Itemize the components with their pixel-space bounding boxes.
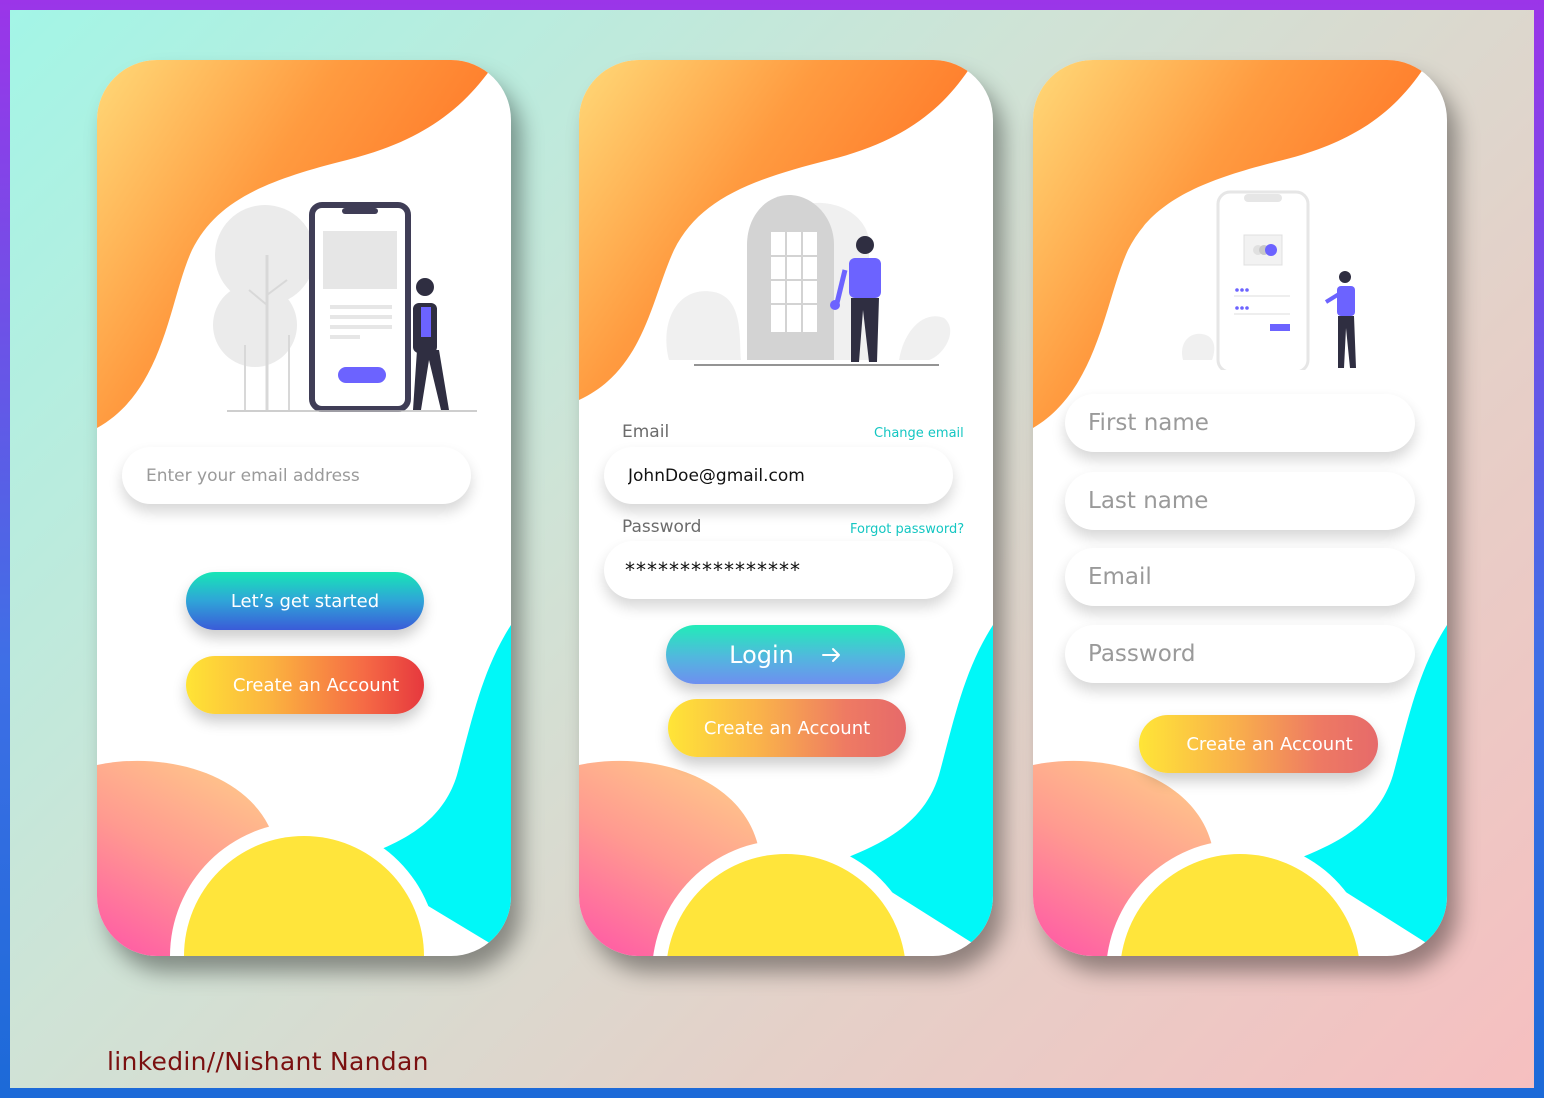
- create-account-button[interactable]: Create an Account: [668, 699, 906, 757]
- email-input[interactable]: [604, 447, 953, 504]
- password-input[interactable]: [1065, 625, 1415, 683]
- phone-screen-login: Email Change email Password Forgot passw…: [579, 60, 993, 956]
- author-credit: linkedin//Nishant Nandan: [107, 1047, 429, 1076]
- door-person-illustration: [666, 195, 951, 366]
- email-input-field[interactable]: [144, 464, 471, 487]
- canvas: Let’s get started Create an Account: [10, 10, 1534, 1088]
- get-started-button[interactable]: Let’s get started: [186, 572, 424, 630]
- password-label: Password: [622, 517, 702, 537]
- email-input[interactable]: [122, 447, 471, 504]
- change-email-link[interactable]: Change email: [874, 426, 964, 441]
- login-button[interactable]: Login: [666, 625, 905, 684]
- password-input-field[interactable]: [623, 557, 953, 583]
- forgot-password-link[interactable]: Forgot password?: [850, 522, 964, 537]
- phone-screen-welcome: Let’s get started Create an Account: [97, 60, 511, 956]
- phone-screen-signup: Create an Account: [1033, 60, 1447, 956]
- last-name-input-field[interactable]: [1086, 487, 1415, 515]
- email-input-field[interactable]: [1086, 563, 1415, 591]
- password-input-field[interactable]: [1086, 640, 1415, 668]
- arrow-right-icon: [821, 647, 840, 662]
- last-name-input[interactable]: [1065, 472, 1415, 530]
- email-input[interactable]: [1065, 548, 1415, 606]
- email-label: Email: [622, 422, 670, 442]
- first-name-input-field[interactable]: [1086, 409, 1415, 437]
- first-name-input[interactable]: [1065, 394, 1415, 452]
- create-account-button[interactable]: Create an Account: [1139, 715, 1378, 773]
- phone-person-illustration: [213, 202, 477, 412]
- email-input-field[interactable]: [626, 464, 953, 487]
- phone-login-illustration: [1182, 190, 1356, 370]
- password-input[interactable]: [604, 541, 953, 599]
- create-account-button[interactable]: Create an Account: [186, 656, 424, 714]
- login-button-label: Login: [729, 640, 794, 669]
